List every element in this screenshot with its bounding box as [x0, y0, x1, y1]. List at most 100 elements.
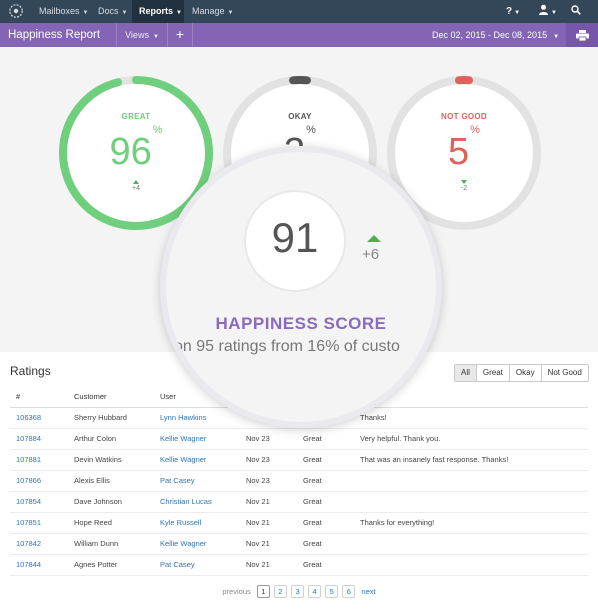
okay-value-unit: % [306, 124, 316, 137]
filter-okay-button[interactable]: Okay [508, 365, 541, 381]
rating-date: Nov 21 [240, 491, 297, 513]
arrow-up-icon [133, 180, 139, 184]
great-delta: +4 [58, 180, 214, 192]
happiness-score-magnifier: 91 +6 HAPPINESS SCORE l on 95 ratings fr… [160, 146, 442, 428]
customer-name: Agnes Potter [68, 554, 154, 576]
customer-name: Sherry Hubbard [68, 407, 154, 429]
page-5-button[interactable]: 5 [325, 585, 339, 598]
user-icon [539, 4, 548, 15]
page-3-button[interactable]: 3 [291, 585, 305, 598]
filter-not-good-button[interactable]: Not Good [540, 365, 588, 381]
search-icon [571, 5, 581, 15]
user-link[interactable]: Kellie Wagner [154, 533, 240, 555]
conversation-id-link[interactable]: 107844 [10, 554, 68, 576]
views-label: Views [125, 30, 149, 40]
help-button[interactable]: ? ▼ [506, 0, 520, 23]
not-good-delta: -2 [386, 180, 542, 192]
print-button[interactable] [566, 23, 598, 47]
rating-comment [354, 491, 588, 513]
not-good-value-unit: % [470, 124, 480, 137]
ratings-filter-group: All Great Okay Not Good [454, 364, 589, 382]
date-range-picker[interactable]: Dec 02, 2015 - Dec 08, 2015 ▼ [432, 23, 559, 49]
caret-down-icon: ▼ [553, 34, 560, 40]
rating-comment [354, 533, 588, 555]
filter-all-button[interactable]: All [455, 365, 476, 381]
help-label: ? [506, 6, 513, 17]
rating-comment [354, 470, 588, 492]
user-link[interactable]: Pat Casey [154, 554, 240, 576]
not-good-value: 5% [386, 124, 542, 174]
user-menu-button[interactable]: ▼ [538, 0, 557, 23]
conversation-id-link[interactable]: 107854 [10, 491, 68, 513]
report-toolbar: Happiness Report Views ▼ + Dec 02, 2015 -… [0, 23, 598, 47]
conversation-id-link[interactable]: 107842 [10, 533, 68, 555]
laurel-logo-icon[interactable] [8, 3, 24, 19]
nav-mailboxes[interactable]: Mailboxes ▼ [32, 0, 95, 23]
rating-value: Great [297, 428, 354, 450]
nav-manage[interactable]: Manage ▼ [185, 0, 240, 23]
nav-manage-label: Manage [192, 6, 225, 16]
nav-docs[interactable]: Docs ▼ [91, 0, 134, 23]
page-2-button[interactable]: 2 [273, 585, 287, 598]
caret-down-icon: ▼ [227, 10, 234, 16]
rating-date: Nov 21 [240, 512, 297, 534]
rating-value: Great [297, 533, 354, 555]
next-page-link[interactable]: next [361, 587, 375, 596]
user-link[interactable]: Kellie Wagner [154, 449, 240, 471]
conversation-id-link[interactable]: 107866 [10, 470, 68, 492]
conversation-id-link[interactable]: 107851 [10, 512, 68, 534]
divider [192, 23, 193, 47]
rating-date: Nov 23 [240, 470, 297, 492]
page-1-button[interactable]: 1 [256, 585, 270, 598]
date-range-label: Dec 02, 2015 - Dec 08, 2015 [432, 30, 548, 40]
search-button[interactable] [571, 0, 581, 23]
page-6-button[interactable]: 6 [342, 585, 356, 598]
caret-down-icon: ▼ [152, 34, 159, 40]
table-row: 107881 Devin Watkins Kellie Wagner Nov 2… [10, 449, 588, 471]
filter-great-button[interactable]: Great [475, 365, 509, 381]
user-link[interactable]: Christian Lucas [154, 491, 240, 513]
user-link[interactable]: Lynn Hawkins [154, 407, 240, 429]
table-row: 107842 William Dunn Kellie Wagner Nov 21… [10, 533, 588, 555]
rating-value: Great [297, 554, 354, 576]
rating-value: Great [297, 470, 354, 492]
rating-value: Great [297, 491, 354, 513]
not-good-delta-value: -2 [460, 185, 468, 192]
not-good-label: NOT GOOD [441, 112, 487, 121]
page-title: Happiness Report [8, 29, 101, 41]
rating-date: Nov 21 [240, 533, 297, 555]
conversation-id-link[interactable]: 107881 [10, 449, 68, 471]
add-view-button[interactable]: + [168, 23, 192, 47]
conversation-id-link[interactable]: 107884 [10, 428, 68, 450]
column-header-id[interactable]: # [10, 386, 68, 408]
rating-comment: Very helpful. Thank you. [354, 428, 588, 450]
conversation-id-link[interactable]: 106368 [10, 407, 68, 429]
previous-page-link[interactable]: previous [222, 587, 250, 596]
score-circle: 91 [244, 190, 346, 292]
views-dropdown[interactable]: Views ▼ [117, 23, 167, 47]
customer-name: Devin Watkins [68, 449, 154, 471]
customer-name: William Dunn [68, 533, 154, 555]
print-icon [576, 30, 589, 41]
top-navigation: Mailboxes ▼ Docs ▼ Reports ▼ Manage ▼ ? ▼ ▼ [0, 0, 598, 23]
arrow-down-icon [461, 180, 467, 184]
caret-down-icon: ▼ [551, 10, 557, 16]
plus-icon: + [175, 26, 185, 42]
user-link[interactable]: Kyle Russell [154, 512, 240, 534]
okay-label: OKAY [288, 112, 312, 121]
nav-mailboxes-label: Mailboxes [39, 6, 80, 16]
rating-value: Great [297, 512, 354, 534]
caret-down-icon: ▼ [514, 10, 521, 16]
happiness-score-value: 91 [271, 214, 319, 261]
user-link[interactable]: Pat Casey [154, 470, 240, 492]
page-4-button[interactable]: 4 [308, 585, 322, 598]
great-value-unit: % [152, 124, 163, 137]
customer-name: Dave Johnson [68, 491, 154, 513]
user-link[interactable]: Kellie Wagner [154, 428, 240, 450]
nav-reports[interactable]: Reports ▼ [132, 0, 184, 23]
table-row: 107851 Hope Reed Kyle Russell Nov 21 Gre… [10, 512, 588, 534]
not-good-value-number: 5 [448, 131, 470, 173]
rating-comment: Thanks for everything! [354, 512, 588, 534]
rating-comment: That was an insanely fast response. Than… [354, 449, 588, 471]
column-header-customer[interactable]: Customer [68, 386, 154, 408]
